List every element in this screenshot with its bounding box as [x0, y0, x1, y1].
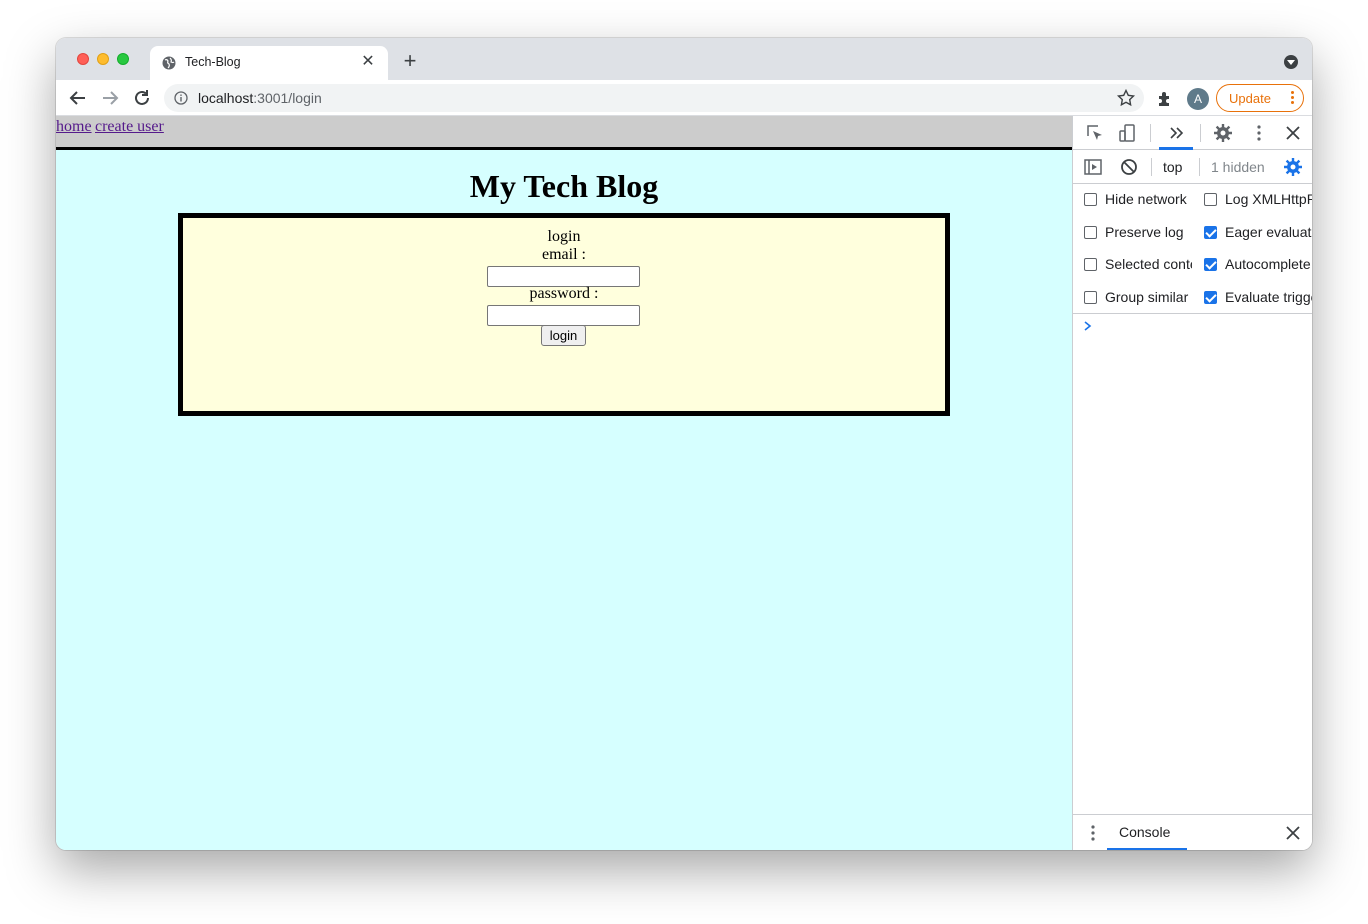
login-heading: login: [547, 228, 581, 245]
password-label: password :: [529, 285, 599, 302]
maximize-window-button[interactable]: [117, 53, 129, 65]
browser-tab[interactable]: Tech-Blog ✕: [150, 46, 388, 80]
minimize-window-button[interactable]: [97, 53, 109, 65]
bookmark-star-icon[interactable]: [1116, 88, 1136, 108]
device-toolbar-icon[interactable]: [1117, 123, 1137, 143]
kebab-menu-icon[interactable]: [1249, 123, 1269, 143]
devtools-toolbar: [1073, 116, 1312, 150]
site-navbar: home create user: [56, 116, 1072, 150]
url-path: :3001/login: [253, 90, 322, 106]
email-label: email :: [542, 246, 586, 263]
checkbox-checked[interactable]: [1204, 258, 1217, 271]
option-eager-evaluation[interactable]: Eager evaluation: [1204, 223, 1312, 243]
option-evaluate-triggers[interactable]: Evaluate triggers user activation: [1204, 288, 1312, 308]
option-hide-network[interactable]: Hide network: [1084, 190, 1192, 210]
tab-strip: Tech-Blog ✕ +: [56, 38, 1312, 80]
checkbox[interactable]: [1084, 291, 1097, 304]
console-filter-bar: top 1 hidden: [1073, 150, 1312, 184]
profile-avatar[interactable]: A: [1187, 88, 1209, 110]
sidebar-toggle-icon[interactable]: [1083, 157, 1103, 177]
new-tab-button[interactable]: +: [398, 50, 422, 74]
nav-link-create-user[interactable]: create user: [95, 118, 164, 136]
close-tab-icon[interactable]: ✕: [358, 52, 378, 72]
globe-icon: [162, 56, 176, 70]
back-icon[interactable]: [66, 86, 90, 110]
address-bar[interactable]: localhost:3001/login: [164, 84, 1144, 112]
context-selector[interactable]: top: [1163, 159, 1182, 175]
close-drawer-icon[interactable]: [1283, 823, 1303, 843]
update-button[interactable]: Update: [1216, 84, 1304, 112]
devtools-panel: top 1 hidden Hide network Log XMLHttpReq…: [1072, 116, 1312, 850]
filter-divider: [1151, 158, 1152, 176]
menu-dots-icon: [1291, 91, 1294, 105]
close-window-button[interactable]: [77, 53, 89, 65]
info-icon[interactable]: [174, 91, 188, 105]
page-title: My Tech Blog: [469, 168, 659, 204]
url-host: localhost: [198, 90, 254, 106]
checkbox[interactable]: [1084, 226, 1097, 239]
option-autocomplete[interactable]: Autocomplete from history: [1204, 255, 1312, 275]
checkbox[interactable]: [1084, 193, 1097, 206]
tab-search-icon[interactable]: [1284, 55, 1298, 69]
console-settings-pane: Hide network Log XMLHttpRequests Preserv…: [1073, 184, 1312, 314]
browser-window: Tech-Blog ✕ + localhost:3001/login A Upd…: [56, 38, 1312, 850]
tab-title: Tech-Blog: [185, 55, 241, 69]
nav-link-home[interactable]: home: [56, 118, 92, 136]
checkbox[interactable]: [1204, 193, 1217, 206]
filter-divider: [1199, 158, 1200, 176]
checkbox-checked[interactable]: [1204, 226, 1217, 239]
page-viewport: home create user My Tech Blog login emai…: [56, 116, 1072, 850]
clear-console-icon[interactable]: [1119, 157, 1139, 177]
drawer-tab-indicator: [1107, 848, 1187, 850]
login-form: login email : password : login: [178, 213, 950, 416]
console-prompt-chevron-icon[interactable]: [1083, 320, 1093, 332]
reload-icon[interactable]: [130, 86, 154, 110]
browser-toolbar: localhost:3001/login A Update: [56, 80, 1312, 116]
checkbox[interactable]: [1084, 258, 1097, 271]
gear-icon[interactable]: [1213, 123, 1233, 143]
option-preserve-log[interactable]: Preserve log: [1084, 223, 1192, 243]
forward-icon[interactable]: [98, 86, 122, 110]
option-log-xmlhttprequests[interactable]: Log XMLHttpRequests: [1204, 190, 1312, 210]
login-button[interactable]: login: [541, 325, 586, 346]
hidden-count: 1 hidden: [1211, 159, 1265, 175]
email-field[interactable]: [487, 266, 640, 287]
toolbar-divider: [1200, 124, 1201, 142]
toolbar-divider: [1150, 124, 1151, 142]
close-devtools-icon[interactable]: [1283, 123, 1303, 143]
drawer-menu-icon[interactable]: [1083, 823, 1103, 843]
more-tabs-chevron-icon[interactable]: [1166, 123, 1186, 143]
option-group-similar[interactable]: Group similar: [1084, 288, 1192, 308]
password-field[interactable]: [487, 305, 640, 326]
extensions-icon[interactable]: [1155, 89, 1175, 109]
devtools-drawer: Console: [1073, 814, 1312, 850]
console-settings-gear-icon[interactable]: [1283, 157, 1303, 177]
inspect-element-icon[interactable]: [1085, 123, 1105, 143]
update-label: Update: [1229, 91, 1271, 106]
option-selected-context[interactable]: Selected context only: [1084, 255, 1192, 275]
url-text: localhost:3001/login: [198, 90, 322, 106]
drawer-tab-console[interactable]: Console: [1119, 824, 1170, 840]
checkbox-checked[interactable]: [1204, 291, 1217, 304]
